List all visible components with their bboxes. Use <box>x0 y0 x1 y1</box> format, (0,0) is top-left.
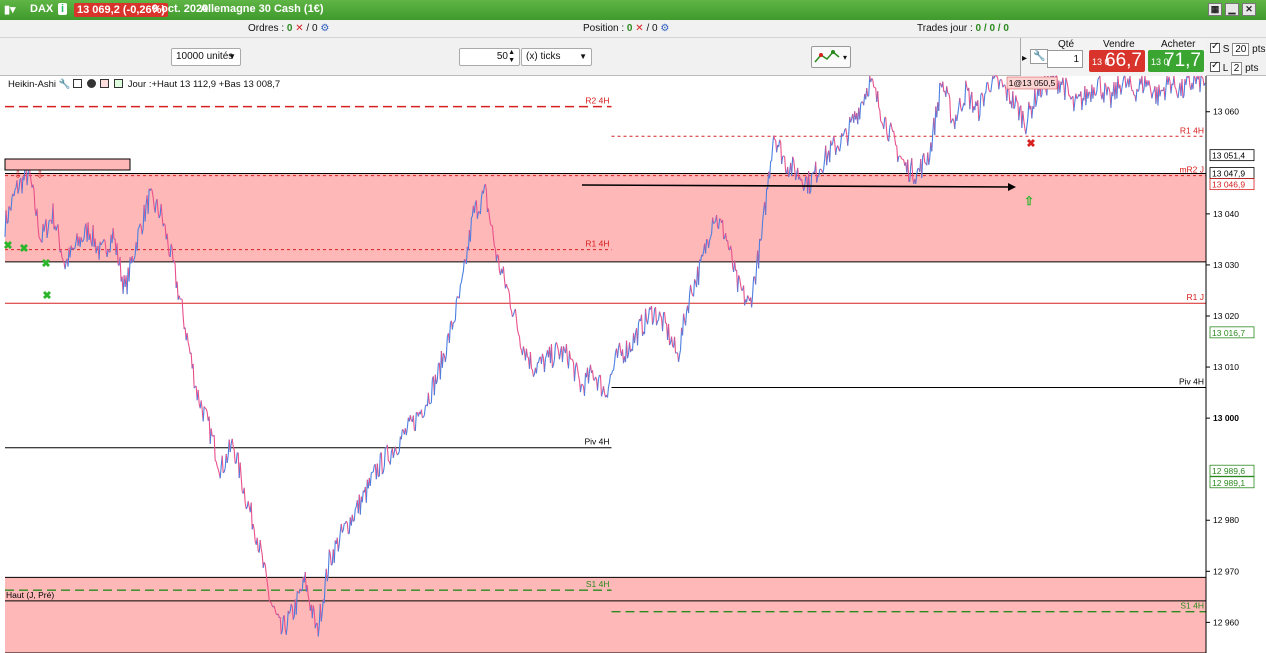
price-segment <box>880 120 883 123</box>
price-segment <box>396 453 399 456</box>
price-segment <box>387 460 390 463</box>
price-segment <box>1000 78 1003 81</box>
stop-cross-icon: ✖ <box>1026 138 1035 150</box>
price-tag-label: 13 046,9 <box>1212 180 1245 190</box>
tick-label: 13 010 <box>1213 362 1239 372</box>
close-indicator-icon[interactable] <box>86 79 96 88</box>
price-segment <box>1200 75 1203 78</box>
price-segment <box>222 471 225 474</box>
chart-legend: Heikin-Ashi 🔧 Jour :+Haut 13 112,9 +Bas … <box>8 79 280 90</box>
price-segment <box>456 295 459 298</box>
tick-label: 12 970 <box>1213 566 1239 576</box>
price-segment <box>401 428 404 431</box>
buy-arrow-icon: ⇧ <box>1024 194 1034 208</box>
level-label: Haut (J, Pré) <box>6 590 54 600</box>
price-segment <box>464 258 466 261</box>
price-segment <box>6 222 9 224</box>
price-segment <box>811 172 813 175</box>
price-segment <box>899 155 902 158</box>
price-segment <box>496 254 499 257</box>
chart-background <box>0 76 1266 653</box>
price-segment <box>571 358 573 361</box>
price-segment <box>719 218 721 220</box>
tick-label: 13 030 <box>1213 260 1239 270</box>
exit-cross-icon: ✖ <box>41 258 50 270</box>
price-segment <box>774 138 776 141</box>
up-arrow-icon[interactable] <box>114 79 124 88</box>
price-tag-label: 13 016,7 <box>1212 328 1245 338</box>
price-segment <box>48 219 51 222</box>
price-segment <box>706 238 708 241</box>
day-high-low: Jour :+Haut 13 112,9 +Bas 13 008,7 <box>127 79 281 90</box>
price-tag-label: 13 051,4 <box>1212 151 1245 161</box>
price-segment <box>180 298 183 300</box>
level-label: mR2 J <box>1179 165 1204 175</box>
add-icon[interactable] <box>100 79 110 88</box>
tick-label: 12 980 <box>1213 515 1239 525</box>
price-segment <box>924 162 927 164</box>
trade-label: 1@13 050,5 <box>1009 78 1056 88</box>
tick-label: 12 960 <box>1213 617 1239 627</box>
level-label: R1 J <box>1187 292 1204 302</box>
level-label: S1 4H <box>586 579 610 589</box>
price-tag-label: 13 047,9 <box>1212 169 1245 179</box>
price-segment <box>527 356 529 358</box>
price-segment <box>723 237 725 240</box>
exit-cross-icon: ✖ <box>42 290 51 302</box>
signal-box <box>4 158 131 171</box>
price-segment <box>783 155 786 158</box>
price-segment <box>430 402 432 405</box>
price-segment <box>1107 86 1110 89</box>
sell-arrow-icon: ⇩ <box>36 170 44 181</box>
level-label: S1 4H <box>1180 601 1204 611</box>
price-segment <box>372 471 374 473</box>
price-segment <box>873 86 876 89</box>
price-segment <box>269 601 272 604</box>
exit-cross-icon: ✖ <box>3 240 12 252</box>
price-segment <box>713 222 715 224</box>
level-label: R1 4H <box>585 239 609 249</box>
level-label: Piv 4H <box>584 437 609 447</box>
price-segment <box>81 240 84 243</box>
price-segment <box>984 92 987 95</box>
price-segment <box>330 564 333 566</box>
price-tag-label: 12 989,6 <box>1212 466 1245 476</box>
price-segment <box>1052 75 1055 78</box>
price-chart[interactable]: R2 4H R1 4H R1 4H mR2 J R1 J Piv 4H Piv 4H S1 4… <box>0 0 1266 653</box>
price-segment <box>378 475 380 478</box>
settings-icon[interactable]: 🔧 <box>59 79 71 90</box>
tick-label: 13 000 <box>1213 413 1239 423</box>
level-label: R1 4H <box>1180 125 1204 135</box>
level-label: Piv 4H <box>1179 376 1204 386</box>
price-segment <box>867 95 869 97</box>
price-segment <box>1152 91 1155 93</box>
price-segment <box>214 460 217 462</box>
sell-arrow-icon: ⇩ <box>14 170 22 181</box>
tick-label: 13 020 <box>1213 311 1239 321</box>
level-label: R2 4H <box>585 96 609 106</box>
exit-cross-icon: ✖ <box>19 243 28 255</box>
price-segment <box>1016 101 1019 103</box>
tick-label: 13 060 <box>1213 107 1239 117</box>
price-segment <box>352 520 355 522</box>
price-segment <box>939 82 942 85</box>
indicator-name[interactable]: Heikin-Ashi <box>8 79 56 90</box>
price-tag-label: 12 989,1 <box>1212 478 1245 488</box>
window-icon[interactable] <box>73 79 83 88</box>
tick-label: 13 040 <box>1213 209 1239 219</box>
price-segment <box>204 407 207 410</box>
price-segment <box>902 158 905 161</box>
